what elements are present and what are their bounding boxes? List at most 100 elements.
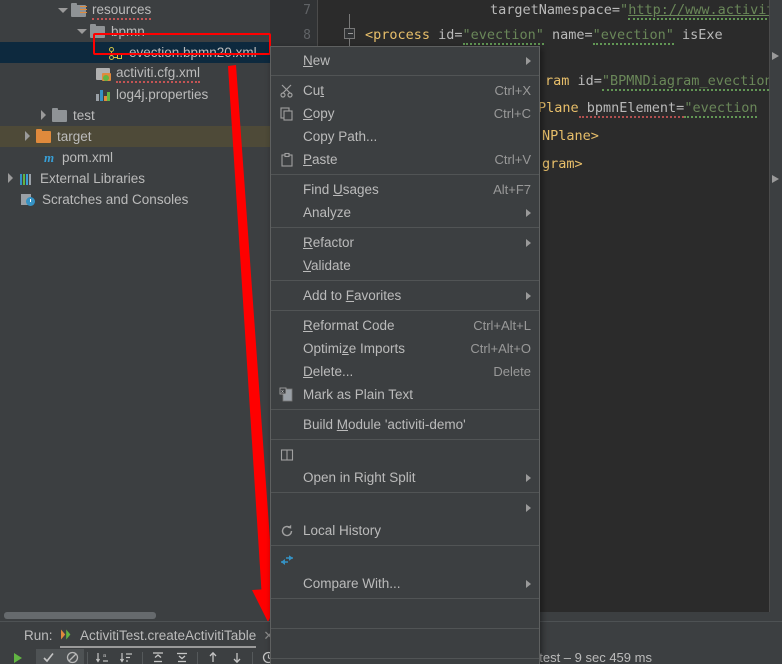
- tree-item-label: target: [57, 128, 92, 144]
- collapse-all-button[interactable]: [170, 649, 194, 664]
- menu-item-open-in-right-split[interactable]: [271, 443, 539, 466]
- file-context-menu[interactable]: New Cut Ctrl+X Copy Ctrl+C Copy Path... …: [270, 46, 540, 664]
- menu-item-label: Compare With...: [303, 575, 401, 591]
- tree-item-target[interactable]: target: [0, 126, 270, 147]
- menu-item-analyze[interactable]: Analyze: [271, 201, 539, 224]
- split-icon: [279, 447, 295, 463]
- menu-item-external-tools[interactable]: Compare With...: [271, 572, 539, 595]
- tree-item-label: resources: [92, 2, 152, 20]
- tree-item-pom-xml[interactable]: m pom.xml: [0, 147, 270, 168]
- menu-item-reformat-code[interactable]: Reformat Code Ctrl+Alt+L: [271, 314, 539, 337]
- menu-separator: [271, 658, 539, 659]
- menu-item-find-usages[interactable]: Find Usages Alt+F7: [271, 178, 539, 201]
- idea-window: 7 8 targetNamespace="http://www.activit …: [0, 0, 782, 664]
- properties-file-icon: [95, 87, 111, 103]
- menu-item-label: Delete...: [303, 363, 354, 379]
- sort-alphabetically-button[interactable]: a: [91, 649, 115, 664]
- menu-separator: [271, 75, 539, 76]
- menu-item-new[interactable]: New: [271, 49, 539, 72]
- chevron-right-icon[interactable]: [22, 131, 33, 142]
- chevron-right-icon: [526, 579, 531, 588]
- tree-horizontal-scrollbar-thumb[interactable]: [4, 612, 156, 619]
- menu-item-local-history[interactable]: [271, 496, 539, 519]
- reload-icon: [279, 523, 295, 539]
- tree-item-external-libraries[interactable]: External Libraries: [0, 168, 270, 189]
- menu-item-validate[interactable]: Validate: [271, 254, 539, 277]
- expand-all-button[interactable]: [146, 649, 170, 664]
- menu-item-copy[interactable]: Copy Ctrl+C: [271, 102, 539, 125]
- code-line-8: <process id="evection" name="evection" i…: [365, 27, 723, 45]
- sort-by-duration-button[interactable]: [115, 649, 139, 664]
- menu-item-open-in[interactable]: Open in Right Split: [271, 466, 539, 489]
- menu-item-label: Add to Favorites: [303, 287, 402, 303]
- plain-text-icon: x: [279, 387, 295, 403]
- menu-item-paste[interactable]: Paste Ctrl+V: [271, 148, 539, 171]
- menu-item-generate-xsd-schema[interactable]: [271, 632, 539, 655]
- menu-item-label: Validate: [303, 257, 351, 273]
- code-fragment-4: gram>: [542, 156, 583, 172]
- compare-icon: [279, 553, 295, 569]
- menu-separator: [271, 280, 539, 281]
- tree-item-test[interactable]: test: [0, 105, 270, 126]
- menu-item-shortcut: Ctrl+X: [494, 83, 531, 98]
- tree-item-scratches-and-consoles[interactable]: Scratches and Consoles: [0, 189, 270, 210]
- menu-item-shortcut: Ctrl+Alt+L: [473, 318, 531, 333]
- menu-item-compare-with[interactable]: [271, 549, 539, 572]
- menu-separator: [271, 545, 539, 546]
- prev-failed-test-button[interactable]: [201, 649, 225, 664]
- menu-item-add-bom[interactable]: [271, 602, 539, 625]
- code-fold-icon[interactable]: [344, 28, 355, 39]
- menu-item-copy-path[interactable]: Copy Path...: [271, 125, 539, 148]
- menu-separator: [271, 598, 539, 599]
- menu-item-add-to-favorites[interactable]: Add to Favorites: [271, 284, 539, 307]
- menu-item-label: Local History: [303, 522, 382, 538]
- line-number: 8: [303, 28, 311, 43]
- chevron-down-icon[interactable]: [76, 26, 87, 37]
- tree-item-evection-bpmn20-xml[interactable]: evection.bpmn20.xml: [0, 42, 270, 63]
- menu-item-label: New: [303, 52, 331, 68]
- menu-item-label: Analyze: [303, 204, 352, 220]
- code-fragment-2: Plane bpmnElement="evection: [538, 100, 758, 118]
- rerun-button[interactable]: [6, 649, 30, 664]
- menu-item-cut[interactable]: Cut Ctrl+X: [271, 79, 539, 102]
- tree-item-bpmn[interactable]: bpmn: [0, 21, 270, 42]
- tree-item-label: test: [73, 107, 95, 123]
- menu-separator: [271, 174, 539, 175]
- chevron-right-icon: [526, 238, 531, 247]
- toolbar-separator: [197, 651, 198, 664]
- chevron-right-icon: [526, 291, 531, 300]
- menu-item-build-module[interactable]: Build Module 'activiti-demo': [271, 413, 539, 436]
- menu-item-label: Copy: [303, 105, 335, 121]
- menu-item-reload-from-disk[interactable]: Local History: [271, 519, 539, 542]
- menu-item-label: Paste: [303, 151, 338, 167]
- menu-item-label: Optimize Imports: [303, 340, 406, 356]
- tree-item-activiti-cfg-xml[interactable]: activiti.cfg.xml: [0, 63, 270, 84]
- menu-item-refactor[interactable]: Refactor: [271, 231, 539, 254]
- tree-item-label: Scratches and Consoles: [42, 191, 189, 207]
- run-panel-label: Run:: [24, 628, 53, 643]
- chevron-right-icon: [526, 473, 531, 482]
- chevron-right-icon[interactable]: [38, 110, 49, 121]
- next-failed-test-button[interactable]: [225, 649, 249, 664]
- editor-marker-strip[interactable]: [769, 0, 782, 612]
- menu-item-mark-as-plain-text[interactable]: x Mark as Plain Text: [271, 383, 539, 406]
- menu-item-label: Find Usages: [303, 181, 379, 197]
- tree-item-log4j-properties[interactable]: log4j.properties: [0, 84, 270, 105]
- chevron-right-icon[interactable]: [5, 173, 16, 184]
- code-fragment-1: ram id="BPMNDiagram_evection: [545, 73, 773, 91]
- menu-item-label: Open in Right Split: [303, 469, 416, 485]
- menu-item-optimize-imports[interactable]: Optimize Imports Ctrl+Alt+O: [271, 337, 539, 360]
- menu-item-label: Refactor: [303, 234, 355, 250]
- tree-item-resources[interactable]: resources: [0, 0, 270, 21]
- show-passed-tests-button[interactable]: [36, 649, 60, 664]
- menu-item-delete[interactable]: Delete... Delete: [271, 360, 539, 383]
- project-tree[interactable]: resources bpmn evection.bpmn20.xml activ…: [0, 0, 270, 612]
- menu-item-label: Reformat Code: [303, 317, 395, 333]
- menu-item-label: Copy Path...: [303, 128, 378, 144]
- menu-separator: [271, 439, 539, 440]
- show-ignored-tests-button[interactable]: [60, 649, 84, 664]
- run-tab-activiti-test[interactable]: ActivitiTest.createActivitiTable ✕: [60, 626, 274, 645]
- run-tab-label: ActivitiTest.createActivitiTable: [80, 628, 257, 643]
- chevron-down-icon[interactable]: [57, 5, 68, 16]
- menu-item-shortcut: Ctrl+V: [494, 152, 531, 167]
